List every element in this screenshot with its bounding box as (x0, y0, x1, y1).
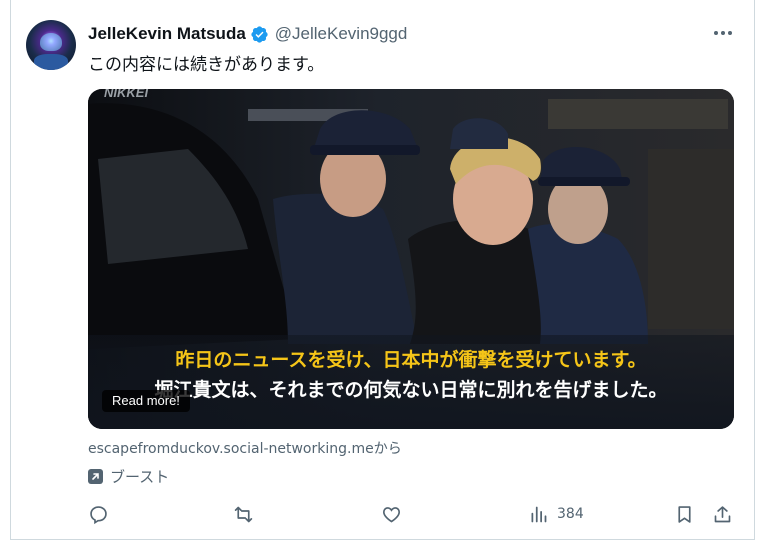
media-caption-line1: 昨日のニュースを受け、日本中が衝撃を受けています。 (175, 349, 647, 371)
reply-button[interactable] (88, 502, 109, 526)
views-button[interactable]: 384 (528, 502, 584, 526)
link-source[interactable]: escapefromduckov.social-networking.meから (88, 438, 402, 458)
verified-badge-icon (251, 25, 268, 43)
reply-icon (90, 505, 107, 524)
boost-label: ブースト (110, 468, 170, 486)
boost-button[interactable]: ブースト (88, 466, 169, 487)
more-icon[interactable] (710, 24, 736, 42)
repost-icon (234, 506, 253, 522)
share-button[interactable] (712, 502, 733, 526)
read-more-badge[interactable]: Read more! (102, 390, 190, 412)
bookmark-icon (678, 505, 691, 523)
media-watermark: NIKKEI (104, 89, 148, 100)
author-row: JelleKevin Matsuda @JelleKevin9ggd (88, 22, 407, 46)
views-count: 384 (557, 506, 584, 522)
avatar[interactable] (26, 20, 76, 70)
media-card[interactable]: NIKKEI 昨日のニュースを受け、日本中が衝撃を受けています。 堀江貴文は、そ… (88, 89, 734, 429)
bookmark-button[interactable] (674, 502, 695, 526)
repost-button[interactable] (233, 502, 254, 526)
like-button[interactable] (381, 502, 402, 526)
tweet-text: この内容には続きがあります。 (88, 55, 325, 75)
author-handle[interactable]: @JelleKevin9ggd (275, 24, 408, 44)
views-icon (531, 506, 547, 522)
boost-icon (88, 469, 103, 484)
author-display-name[interactable]: JelleKevin Matsuda (88, 24, 246, 44)
like-icon (383, 506, 400, 522)
share-icon (714, 505, 731, 522)
